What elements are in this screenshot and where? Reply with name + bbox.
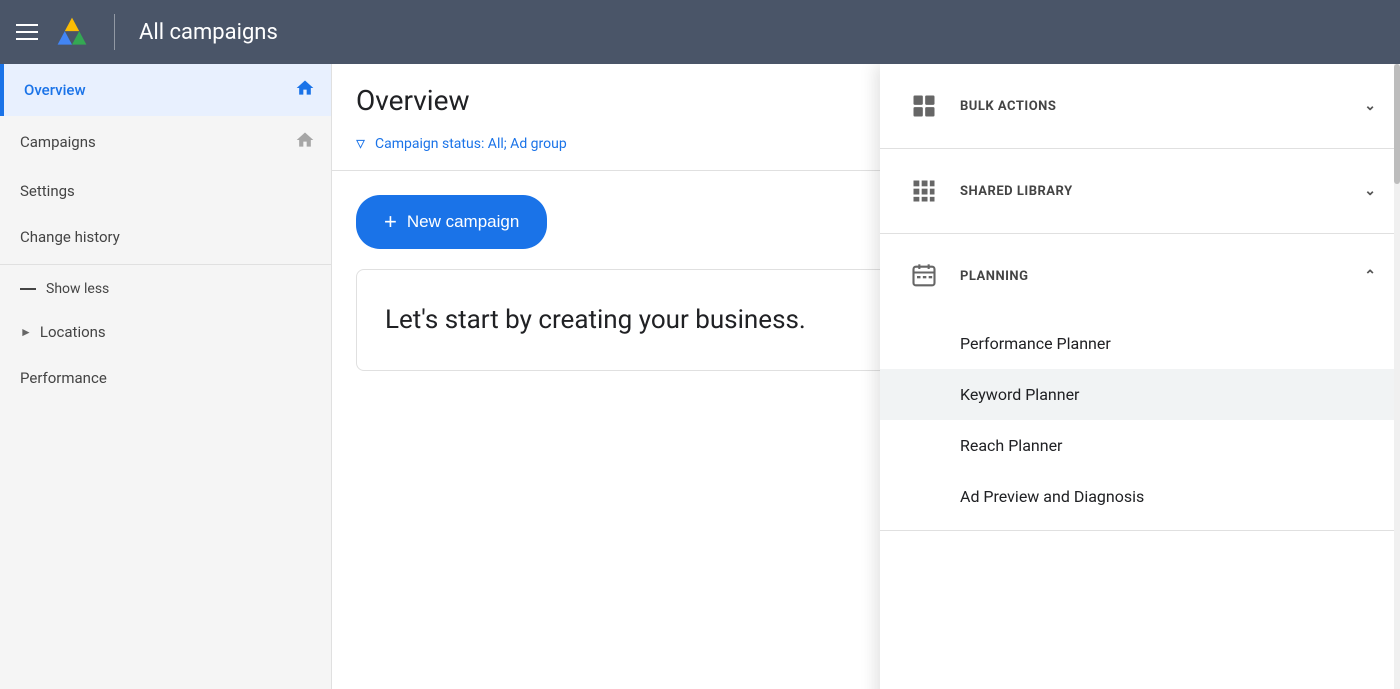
header: All campaigns <box>0 0 1400 64</box>
shared-library-header[interactable]: SHARED LIBRARY ⌄ <box>880 149 1400 233</box>
bulk-actions-section: BULK ACTIONS ⌄ <box>880 64 1400 149</box>
new-campaign-label: New campaign <box>407 212 519 232</box>
performance-label: Performance <box>20 369 107 387</box>
campaigns-label: Campaigns <box>20 133 96 151</box>
campaigns-home-icon <box>295 130 315 154</box>
sidebar-divider <box>0 264 331 265</box>
shared-library-section: SHARED LIBRARY ⌄ <box>880 149 1400 234</box>
dropdown-overlay: BULK ACTIONS ⌄ <box>880 64 1400 689</box>
locations-expand-arrow: ► <box>20 325 32 339</box>
ad-preview-item[interactable]: Ad Preview and Diagnosis <box>960 471 1400 522</box>
sidebar: › Overview Campaigns Settings <box>0 64 332 689</box>
ad-preview-label: Ad Preview and Diagnosis <box>960 487 1144 506</box>
sidebar-item-performance[interactable]: Performance <box>0 355 331 401</box>
filter-icon: ▿ <box>356 133 365 154</box>
sidebar-item-campaigns[interactable]: Campaigns <box>0 116 331 168</box>
shared-library-icon <box>904 171 944 211</box>
settings-label: Settings <box>20 182 75 200</box>
performance-planner-label: Performance Planner <box>960 334 1111 353</box>
performance-planner-item[interactable]: Performance Planner <box>960 318 1400 369</box>
sidebar-item-overview[interactable]: Overview <box>0 64 331 116</box>
show-less-button[interactable]: Show less <box>0 269 331 309</box>
locations-label: Locations <box>40 323 106 341</box>
plus-icon: + <box>384 209 397 235</box>
logo-icon <box>54 14 90 50</box>
sidebar-item-settings[interactable]: Settings <box>0 168 331 214</box>
sidebar-item-locations[interactable]: ► Locations <box>0 309 331 355</box>
scrollbar-thumb[interactable] <box>1394 64 1400 184</box>
show-less-dash <box>20 288 36 290</box>
keyword-planner-label: Keyword Planner <box>960 385 1079 404</box>
planning-section: PLANNING ⌃ Performance Planner Keyword P… <box>880 234 1400 531</box>
reach-planner-item[interactable]: Reach Planner <box>960 420 1400 471</box>
sidebar-item-change-history[interactable]: Change history <box>0 214 331 260</box>
planning-header[interactable]: PLANNING ⌃ <box>880 234 1400 318</box>
header-divider <box>114 14 115 50</box>
menu-icon[interactable] <box>16 24 38 40</box>
planning-icon <box>904 256 944 296</box>
show-less-label: Show less <box>46 281 109 297</box>
home-icon <box>295 78 315 102</box>
logo <box>54 14 90 50</box>
filter-text: Campaign status: All; Ad group <box>375 136 567 152</box>
planning-chevron: ⌃ <box>1364 268 1376 284</box>
reach-planner-label: Reach Planner <box>960 436 1062 455</box>
bulk-actions-label: BULK ACTIONS <box>960 99 1348 114</box>
body: › Overview Campaigns Settings <box>0 64 1400 689</box>
shared-library-label: SHARED LIBRARY <box>960 184 1348 199</box>
scrollbar-track <box>1394 64 1400 689</box>
bulk-actions-chevron: ⌄ <box>1364 98 1376 114</box>
main-content: Overview ▿ Campaign status: All; Ad grou… <box>332 64 1400 689</box>
overview-label: Overview <box>24 81 86 99</box>
new-campaign-button[interactable]: + New campaign <box>356 195 547 249</box>
planning-label: PLANNING <box>960 269 1348 284</box>
shared-library-chevron: ⌄ <box>1364 183 1376 199</box>
change-history-label: Change history <box>20 228 120 246</box>
bulk-actions-icon <box>904 86 944 126</box>
bulk-actions-header[interactable]: BULK ACTIONS ⌄ <box>880 64 1400 148</box>
planning-items: Performance Planner Keyword Planner Reac… <box>880 318 1400 530</box>
keyword-planner-item[interactable]: Keyword Planner <box>880 369 1400 420</box>
header-title: All campaigns <box>139 20 278 45</box>
